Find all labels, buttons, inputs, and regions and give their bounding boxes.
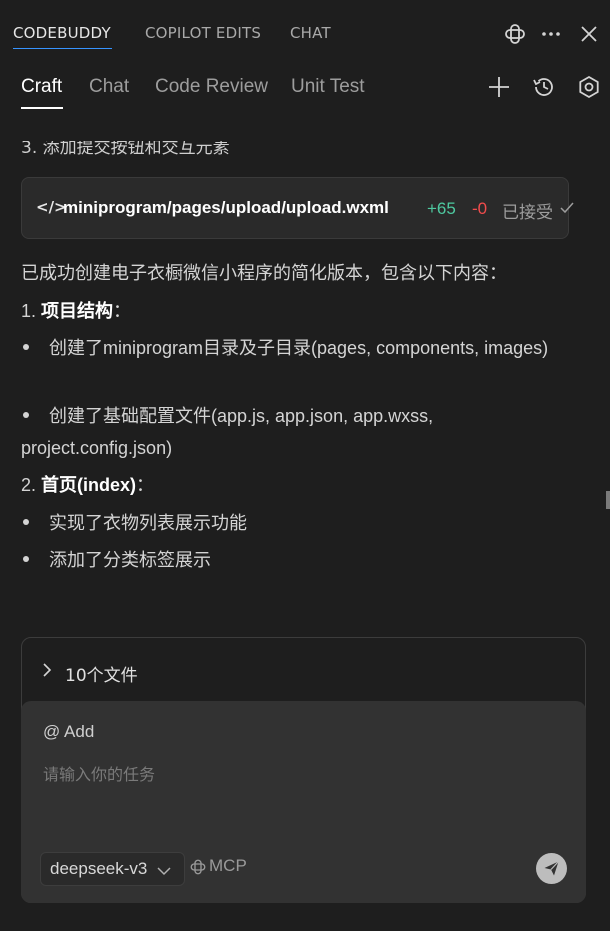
list-item: 实现了衣物列表展示功能 xyxy=(21,507,581,539)
active-mode-indicator xyxy=(21,107,63,109)
tab-codebuddy[interactable]: CODEBUDDY xyxy=(13,24,111,42)
section-heading-2: 2. 首页(index)： xyxy=(21,469,581,501)
codebuddy-icon[interactable] xyxy=(503,22,527,46)
send-button[interactable] xyxy=(536,853,567,884)
history-icon[interactable] xyxy=(531,74,557,100)
tab-chat[interactable]: CHAT xyxy=(290,24,331,42)
add-context-button[interactable]: @ Add xyxy=(43,722,94,742)
list-item-text: 实现了衣物列表展示功能 xyxy=(49,513,247,533)
tab-copilot-edits[interactable]: COPILOT EDITS xyxy=(145,24,261,42)
section-title: 首页(index) xyxy=(41,475,137,495)
summary-text: 已成功创建电子衣橱微信小程序的简化版本，包含以下内容： xyxy=(21,263,507,283)
section-colon: ： xyxy=(136,475,155,495)
panel-tab-bar: CODEBUDDY COPILOT EDITS CHAT xyxy=(0,0,610,66)
mode-tab-bar: Craft Chat Code Review Unit Test xyxy=(0,66,610,114)
task-input[interactable] xyxy=(43,761,563,851)
chevron-down-icon xyxy=(156,863,172,877)
list-item-text: 添加了分类标签展示 xyxy=(49,550,211,570)
close-icon[interactable] xyxy=(577,22,601,46)
list-item: 添加了分类标签展示 xyxy=(21,544,581,576)
section-number: 2. xyxy=(21,475,37,495)
section-title: 项目结构 xyxy=(41,301,114,321)
list-item-text: 创建了miniprogram目录及子目录(pages, components, … xyxy=(49,338,549,358)
bullet-icon xyxy=(23,412,29,419)
send-icon xyxy=(544,861,559,876)
more-icon[interactable] xyxy=(539,22,563,46)
changed-files-toggle[interactable]: 10个文件 xyxy=(22,638,585,702)
deletions-count: -0 xyxy=(472,199,488,218)
mcp-label: MCP xyxy=(209,856,247,875)
list-item-text: 创建了基础配置文件(app.js, app.json, app.wxss, pr… xyxy=(21,406,434,458)
list-item: 创建了基础配置文件(app.js, app.json, app.wxss, pr… xyxy=(21,400,581,464)
mcp-icon xyxy=(189,858,207,876)
active-tab-indicator xyxy=(13,48,112,49)
plus-icon[interactable] xyxy=(486,74,512,100)
file-change-card[interactable]: </> miniprogram/pages/upload/upload.wxml… xyxy=(21,177,574,239)
model-label: deepseek-v3 xyxy=(50,859,148,878)
settings-icon[interactable] xyxy=(576,74,602,100)
bullet-icon xyxy=(23,519,29,526)
list-item: 创建了miniprogram目录及子目录(pages, components, … xyxy=(21,332,581,364)
additions-count: +65 xyxy=(427,199,456,218)
tab-craft[interactable]: Craft xyxy=(21,76,62,98)
chat-input-card: @ Add deepseek-v3 MCP xyxy=(21,701,586,903)
section-number: 1. xyxy=(21,301,37,321)
accepted-status: 已接受 xyxy=(502,203,553,223)
tab-code-review[interactable]: Code Review xyxy=(155,76,268,98)
tab-unit-test[interactable]: Unit Test xyxy=(291,76,365,98)
changed-files-label: 10个文件 xyxy=(65,666,138,686)
check-icon xyxy=(559,200,575,216)
chevron-right-icon xyxy=(40,662,54,678)
section-heading-1: 1. 项目结构： xyxy=(21,295,581,327)
bullet-icon xyxy=(23,344,29,351)
bullet-icon xyxy=(23,556,29,563)
tab-mode-chat[interactable]: Chat xyxy=(89,76,129,98)
scrollbar-thumb[interactable] xyxy=(606,491,610,509)
partial-message-line: 3. 添加提交按钮和交互元素 xyxy=(21,138,230,155)
section-colon: ： xyxy=(113,301,132,321)
model-select[interactable]: deepseek-v3 xyxy=(40,852,185,886)
file-path: miniprogram/pages/upload/upload.wxml xyxy=(63,198,389,217)
